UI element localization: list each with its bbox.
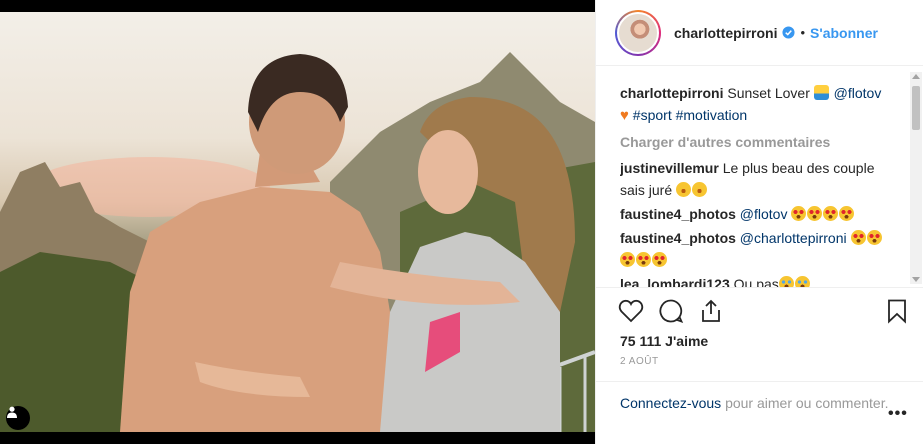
caption-hashtags[interactable]: #sport #motivation	[633, 107, 747, 123]
comments-scrollbar[interactable]	[910, 72, 922, 284]
avatar[interactable]	[615, 9, 661, 56]
comment-username[interactable]: lea_lombardi123	[620, 276, 730, 287]
login-text: pour aimer ou commenter.	[725, 395, 889, 411]
orange-heart-icon: ♥	[620, 107, 629, 124]
comment-bubble-icon[interactable]	[658, 298, 684, 324]
scroll-up-arrow-icon[interactable]	[912, 74, 920, 79]
like-heart-icon[interactable]	[618, 298, 644, 324]
caption-text: Sunset Lover	[727, 85, 810, 101]
laughing-emoji-icon	[794, 276, 810, 287]
heart-eyes-emoji-icon	[823, 206, 839, 221]
heart-eyes-emoji-icon	[636, 252, 651, 267]
caption-mention[interactable]: @flotov	[834, 85, 882, 101]
person-icon	[7, 406, 17, 418]
post-photo[interactable]	[0, 12, 595, 432]
comment-username[interactable]: justinevillemur	[620, 160, 719, 176]
share-icon[interactable]	[698, 298, 724, 324]
caption: charlottepirroni Sunset Lover @flotov ♥ …	[620, 82, 902, 127]
follow-button[interactable]: S'abonner	[810, 25, 878, 41]
verified-badge-icon	[782, 26, 796, 39]
post-date: 2 AOÛT	[620, 356, 659, 367]
post-photo-area	[0, 0, 595, 444]
heart-eyes-emoji-icon	[791, 206, 807, 221]
heart-eyes-emoji-icon	[839, 206, 855, 221]
user-tag-button[interactable]	[6, 406, 30, 430]
heart-eyes-emoji-icon	[652, 252, 667, 267]
post-header: charlottepirroni • S'abonner	[596, 0, 923, 66]
likes-count[interactable]: 75 111 J'aime	[620, 333, 708, 349]
smile-emoji-icon	[676, 182, 692, 197]
more-options-icon[interactable]: •••	[888, 405, 908, 423]
post-side-panel: charlottepirroni • S'abonner charlottepi…	[595, 0, 923, 444]
comment-item: faustine4_photos @charlottepirroni	[620, 227, 902, 271]
heart-eyes-emoji-icon	[850, 230, 866, 245]
comment-item: justinevillemur Le plus beau des couple …	[620, 157, 902, 201]
scroll-down-arrow-icon[interactable]	[912, 277, 920, 282]
comment-username[interactable]: faustine4_photos	[620, 206, 736, 222]
comment-mention[interactable]: @charlottepirroni	[740, 230, 847, 246]
heart-eyes-emoji-icon	[807, 206, 823, 221]
separator-dot: •	[800, 25, 806, 40]
heart-eyes-emoji-icon	[866, 230, 882, 245]
login-link[interactable]: Connectez-vous	[620, 395, 721, 411]
comments-list: charlottepirroni Sunset Lover @flotov ♥ …	[620, 82, 902, 287]
comment-text: Ou pas	[733, 276, 779, 287]
comment-username[interactable]: faustine4_photos	[620, 230, 736, 246]
heart-eyes-emoji-icon	[620, 252, 635, 267]
photo-illustration	[0, 52, 595, 432]
sunset-emoji-icon	[813, 85, 829, 100]
load-more-comments[interactable]: Charger d'autres commentaires	[620, 131, 902, 153]
caption-username[interactable]: charlottepirroni	[620, 85, 723, 101]
bookmark-icon[interactable]	[884, 298, 910, 324]
smile-emoji-icon	[692, 182, 708, 197]
laughing-emoji-icon	[778, 276, 794, 287]
scroll-thumb[interactable]	[912, 86, 920, 130]
comment-item: lea_lombardi123 Ou pas	[620, 273, 902, 287]
login-prompt: Connectez-vous pour aimer ou commenter.	[596, 381, 923, 444]
post-actions-bar	[596, 287, 923, 333]
comment-item: faustine4_photos @flotov	[620, 203, 902, 225]
post-username[interactable]: charlottepirroni	[674, 25, 777, 41]
comment-mention[interactable]: @flotov	[740, 206, 788, 222]
